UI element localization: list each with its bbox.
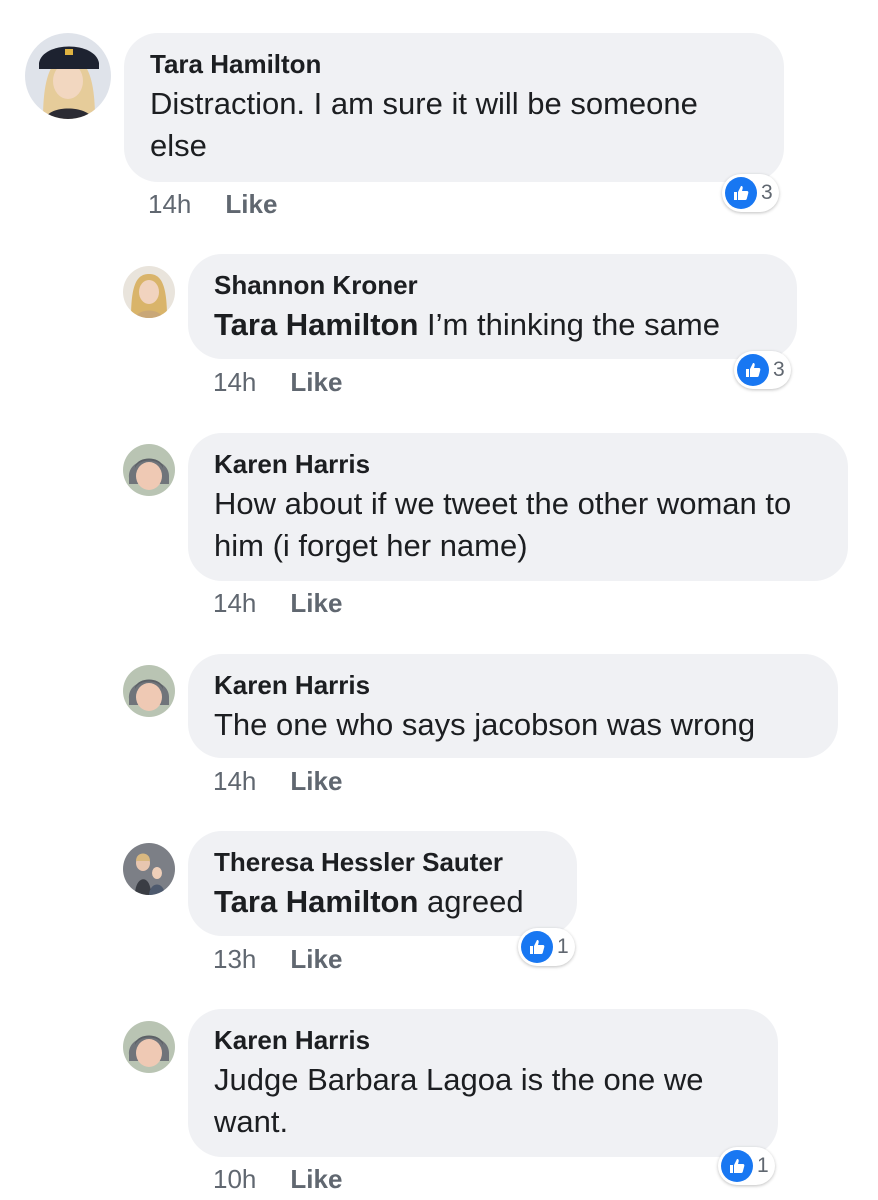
comment-timestamp[interactable]: 10h [213, 1164, 256, 1194]
avatar[interactable] [25, 33, 111, 119]
reaction-count-badge[interactable]: 3 [734, 351, 791, 389]
reaction-count-badge[interactable]: 1 [718, 1147, 775, 1185]
reaction-count-badge[interactable]: 3 [722, 174, 779, 212]
like-button[interactable]: Like [290, 944, 342, 974]
comment-body: Distraction. I am sure it will be someon… [150, 86, 698, 163]
thumbs-up-icon [521, 931, 553, 963]
comment-text: Tara Hamilton agreed [214, 881, 551, 923]
reaction-count: 1 [557, 935, 569, 958]
comment-bubble: Shannon Kroner Tara Hamilton I’m thinkin… [188, 254, 797, 359]
mention-link[interactable]: Tara Hamilton [214, 884, 418, 919]
comment-body: How about if we tweet the other woman to… [214, 486, 792, 563]
avatar[interactable] [123, 843, 175, 895]
comment-author[interactable]: Shannon Kroner [214, 270, 771, 300]
comment-text: Tara Hamilton I’m thinking the same [214, 304, 771, 346]
comment-timestamp[interactable]: 13h [213, 944, 256, 974]
like-button[interactable]: Like [225, 189, 277, 219]
avatar[interactable] [123, 444, 175, 496]
comment-meta: 14h Like [213, 367, 342, 397]
comment-body: The one who says jacobson was wrong [214, 707, 756, 742]
avatar[interactable] [123, 266, 175, 318]
reaction-count-badge[interactable]: 1 [518, 928, 575, 966]
comment-meta: 14h Like [148, 189, 277, 219]
like-button[interactable]: Like [290, 1164, 342, 1194]
comment-author[interactable]: Tara Hamilton [150, 49, 758, 79]
comment-author[interactable]: Karen Harris [214, 1025, 752, 1055]
comment-body: Judge Barbara Lagoa is the one we want. [214, 1062, 704, 1139]
comment-text: The one who says jacobson was wrong [214, 704, 812, 746]
reaction-count: 3 [773, 358, 785, 381]
mention-link[interactable]: Tara Hamilton [214, 307, 418, 342]
comment-meta: 14h Like [213, 588, 342, 618]
comment-meta: 13h Like [213, 944, 342, 974]
comment-timestamp[interactable]: 14h [213, 766, 256, 796]
like-button[interactable]: Like [290, 588, 342, 618]
comment-bubble: Karen Harris The one who says jacobson w… [188, 654, 838, 758]
comment-text: How about if we tweet the other woman to… [214, 483, 822, 567]
reaction-count: 3 [761, 181, 773, 204]
comment-body: agreed [427, 884, 524, 919]
comment-body: I’m thinking the same [427, 307, 720, 342]
comment-bubble: Theresa Hessler Sauter Tara Hamilton agr… [188, 831, 577, 936]
comment-bubble: Karen Harris How about if we tweet the o… [188, 433, 848, 581]
avatar[interactable] [123, 665, 175, 717]
comment-author[interactable]: Karen Harris [214, 449, 822, 479]
thumbs-up-icon [721, 1150, 753, 1182]
comment-timestamp[interactable]: 14h [148, 189, 191, 219]
comment-timestamp[interactable]: 14h [213, 367, 256, 397]
like-button[interactable]: Like [290, 766, 342, 796]
comment-bubble: Tara Hamilton Distraction. I am sure it … [124, 33, 784, 182]
comment-meta: 14h Like [213, 766, 342, 796]
comment-author[interactable]: Karen Harris [214, 670, 812, 700]
comment-text: Judge Barbara Lagoa is the one we want. [214, 1059, 752, 1143]
thumbs-up-icon [725, 177, 757, 209]
thumbs-up-icon [737, 354, 769, 386]
like-button[interactable]: Like [290, 367, 342, 397]
comment-timestamp[interactable]: 14h [213, 588, 256, 618]
comment-author[interactable]: Theresa Hessler Sauter [214, 847, 551, 877]
comment-bubble: Karen Harris Judge Barbara Lagoa is the … [188, 1009, 778, 1157]
comment-meta: 10h Like [213, 1164, 342, 1194]
avatar[interactable] [123, 1021, 175, 1073]
reaction-count: 1 [757, 1154, 769, 1177]
comment-text: Distraction. I am sure it will be someon… [150, 83, 758, 167]
